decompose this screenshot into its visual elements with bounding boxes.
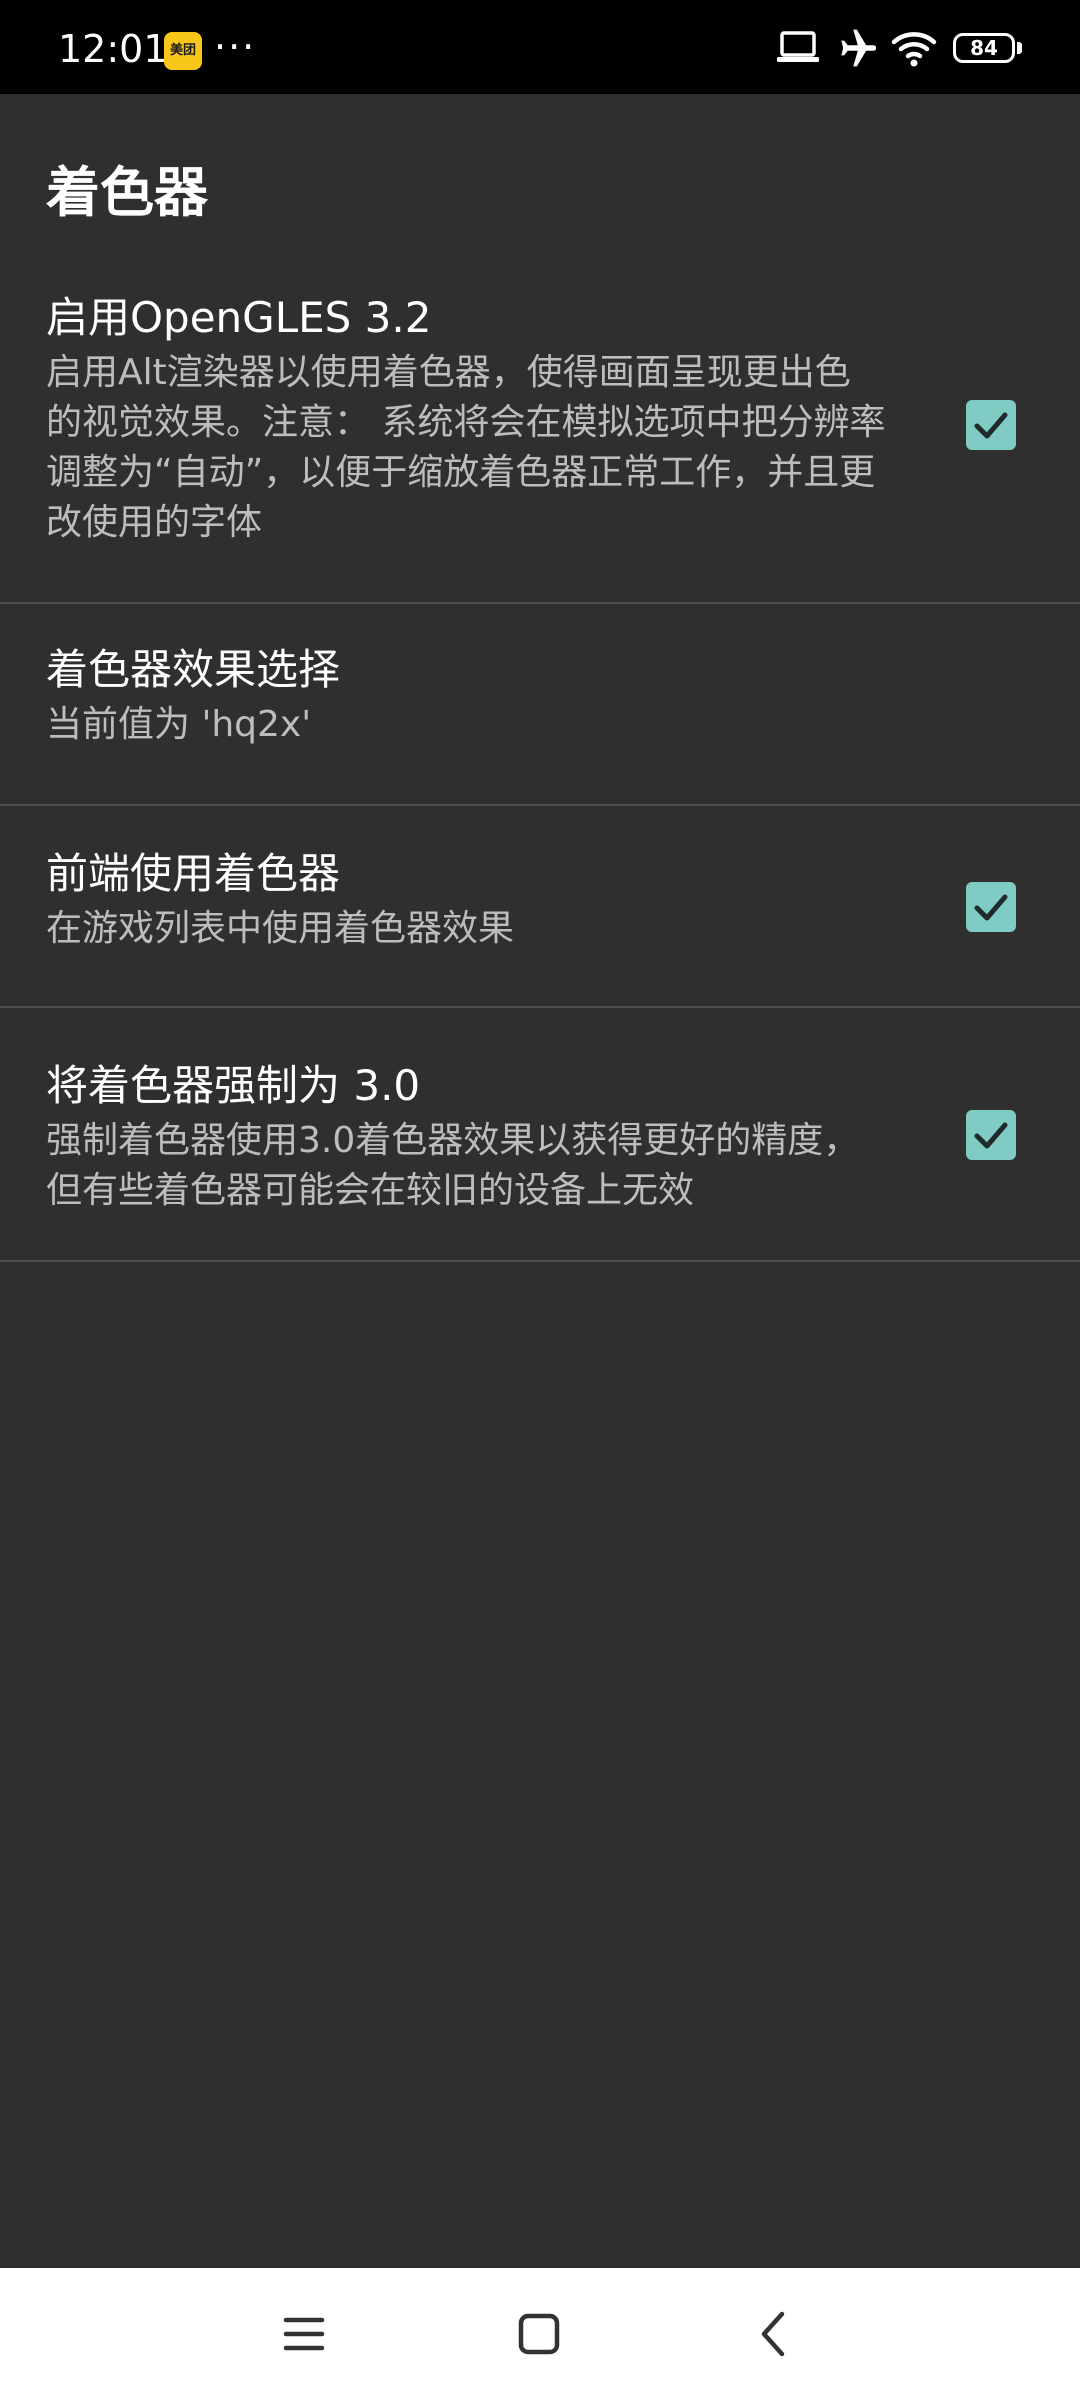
airplane-icon [841,29,877,67]
page-title: 着色器 [46,161,208,224]
menu-icon[interactable] [268,2298,340,2370]
enable-opengles-checkbox[interactable] [966,400,1016,450]
navigation-bar [0,2268,1080,2400]
setting-force-shader-3[interactable]: 将着色器强制为 3.0 强制着色器使用3.0着色器效果以获得更好的精度，但有些着… [0,1008,1080,1262]
setting-shader-effect[interactable]: 着色器效果选择 当前值为 'hq2x' [0,604,1080,806]
setting-title: 将着色器强制为 3.0 [46,1061,421,1110]
status-bar: 12:01 美团 ··· 84 [0,0,1080,94]
force-shader-checkbox[interactable] [966,1110,1016,1160]
checkmark-icon [974,894,1008,921]
checkmark-icon [974,1122,1008,1149]
setting-enable-opengles[interactable]: 启用OpenGLES 3.2 启用Alt渲染器以使用着色器，使得画面呈现更出色的… [0,270,1080,604]
meituan-app-icon: 美团 [164,32,202,70]
setting-summary: 启用Alt渲染器以使用着色器，使得画面呈现更出色的视觉效果。注意： 系统将会在模… [46,352,886,543]
frontend-shader-checkbox[interactable] [966,882,1016,932]
status-time: 12:01 [58,27,168,71]
home-icon[interactable] [503,2298,575,2370]
checkmark-icon [974,412,1008,439]
setting-title: 前端使用着色器 [46,849,341,898]
setting-title: 启用OpenGLES 3.2 [46,293,432,342]
setting-summary: 当前值为 'hq2x' [46,704,312,745]
back-icon[interactable] [738,2298,810,2370]
setting-summary: 在游戏列表中使用着色器效果 [46,908,515,949]
laptop-icon [777,31,819,62]
setting-frontend-shader[interactable]: 前端使用着色器 在游戏列表中使用着色器效果 [0,806,1080,1008]
setting-summary: 强制着色器使用3.0着色器效果以获得更好的精度，但有些着色器可能会在较旧的设备上… [46,1120,860,1211]
setting-title: 着色器效果选择 [46,645,341,694]
wifi-icon [891,32,937,67]
battery-nub [1017,42,1022,54]
battery-icon: 84 [953,33,1015,63]
more-notifications-icon: ··· [214,25,257,69]
